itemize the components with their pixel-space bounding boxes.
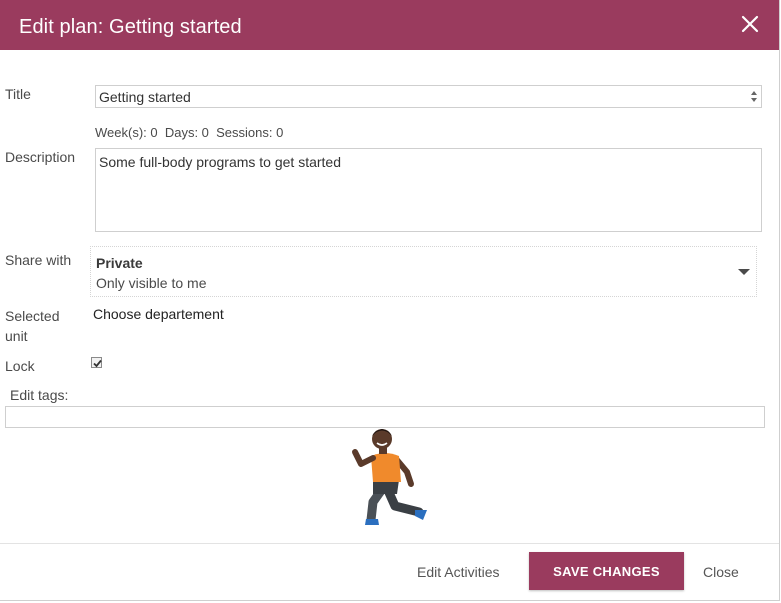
lock-label: Lock <box>5 358 35 374</box>
choose-department-link[interactable]: Choose departement <box>93 306 224 322</box>
share-selected-value: Private <box>96 255 143 271</box>
caret-down-icon <box>738 269 750 275</box>
dialog-header: Edit plan: Getting started <box>0 0 779 50</box>
save-changes-button[interactable]: SAVE CHANGES <box>529 552 684 590</box>
checkmark-icon <box>93 359 102 368</box>
dialog-title: Edit plan: Getting started <box>19 16 242 38</box>
title-input-value: Getting started <box>99 89 191 105</box>
share-with-select[interactable]: Private Only visible to me <box>90 246 757 297</box>
share-label: Share with <box>5 252 72 268</box>
footer-divider <box>0 543 779 544</box>
edit-activities-button[interactable]: Edit Activities <box>417 564 499 580</box>
title-input[interactable]: Getting started <box>95 85 762 108</box>
lock-checkbox[interactable] <box>91 357 102 368</box>
tags-label: Edit tags: <box>10 387 69 403</box>
share-selected-subtext: Only visible to me <box>96 275 207 291</box>
spinner-arrows-icon[interactable] <box>749 88 759 105</box>
close-button[interactable]: Close <box>703 564 739 580</box>
description-value: Some full-body programs to get started <box>99 154 342 170</box>
plan-stats: Week(s): 0 Days: 0 Sessions: 0 <box>95 125 284 140</box>
unit-label: Selected unit <box>5 308 60 344</box>
runner-illustration <box>352 429 427 525</box>
title-label: Title <box>5 86 31 102</box>
close-icon[interactable] <box>738 12 762 36</box>
description-label: Description <box>5 149 76 165</box>
edit-plan-dialog: Edit plan: Getting started Title Getting… <box>0 0 780 601</box>
description-textarea[interactable]: Some full-body programs to get started <box>95 148 762 232</box>
